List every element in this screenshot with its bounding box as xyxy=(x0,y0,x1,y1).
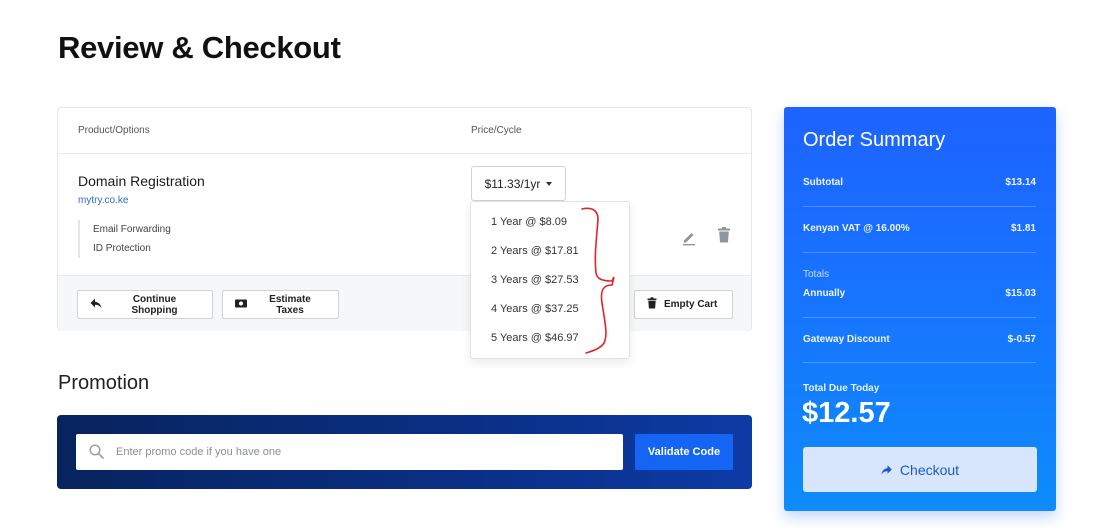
money-icon xyxy=(235,299,247,311)
promo-code-input[interactable] xyxy=(116,434,616,470)
summary-divider xyxy=(803,362,1036,363)
gateway-discount-label: Gateway Discount xyxy=(803,334,890,345)
gateway-discount-value: $-0.57 xyxy=(1007,334,1036,345)
column-header-price: Price/Cycle xyxy=(471,125,522,136)
subtotal-value: $13.14 xyxy=(1005,177,1036,188)
cart-actions: Continue Shopping Estimate Taxes Empty C… xyxy=(58,275,751,331)
arrow-forward-icon xyxy=(881,462,892,478)
checkout-label: Checkout xyxy=(899,461,960,478)
item-domain-link[interactable]: mytry.co.ke xyxy=(78,195,128,206)
cart-header: Product/Options Price/Cycle xyxy=(58,108,751,154)
search-icon xyxy=(89,444,104,459)
page-title: Review & Checkout xyxy=(58,30,341,65)
subtotal-row: Subtotal $13.14 xyxy=(803,177,1036,188)
item-name: Domain Registration xyxy=(78,173,205,189)
vat-value: $1.81 xyxy=(1010,223,1036,234)
total-due-label: Total Due Today xyxy=(803,383,880,394)
trash-icon[interactable] xyxy=(716,226,732,244)
billing-cycle-dropdown: 1 Year @ $8.09 2 Years @ $17.81 3 Years … xyxy=(470,201,630,359)
checkout-button[interactable]: Checkout xyxy=(803,447,1037,492)
totals-label: Totals xyxy=(803,269,830,280)
estimate-taxes-label: Estimate Taxes xyxy=(269,293,311,316)
annually-row: Annually $15.03 xyxy=(803,288,1036,299)
cycle-option-2-years[interactable]: 2 Years @ $17.81 xyxy=(471,237,629,266)
estimate-taxes-button[interactable]: Estimate Taxes xyxy=(222,290,339,319)
addon-id-protection: ID Protection xyxy=(93,243,151,254)
summary-divider xyxy=(803,206,1036,207)
empty-cart-button[interactable]: Empty Cart xyxy=(634,290,733,319)
summary-divider xyxy=(803,317,1036,318)
cycle-option-4-years[interactable]: 4 Years @ $37.25 xyxy=(471,295,629,324)
continue-shopping-button[interactable]: Continue Shopping xyxy=(77,290,213,319)
billing-cycle-select[interactable]: $11.33/1yr xyxy=(471,166,566,201)
total-due-amount: $12.57 xyxy=(802,397,891,429)
cart-item: Domain Registration mytry.co.ke Email Fo… xyxy=(58,154,751,275)
empty-cart-label: Empty Cart xyxy=(664,299,718,310)
promotion-title: Promotion xyxy=(58,372,150,394)
order-summary-panel: Order Summary Subtotal $13.14 Kenyan VAT… xyxy=(784,107,1056,511)
validate-code-button[interactable]: Validate Code xyxy=(635,434,733,470)
cart-panel: Product/Options Price/Cycle Domain Regis… xyxy=(57,107,752,331)
cycle-option-5-years[interactable]: 5 Years @ $46.97 xyxy=(471,324,629,353)
annually-value: $15.03 xyxy=(1005,288,1036,299)
item-addons: Email Forwarding ID Protection xyxy=(78,220,171,258)
vat-label: Kenyan VAT @ 16.00% xyxy=(803,223,910,234)
cycle-option-3-years[interactable]: 3 Years @ $27.53 xyxy=(471,266,629,295)
cycle-option-1-year[interactable]: 1 Year @ $8.09 xyxy=(471,208,629,237)
promotion-panel: Validate Code xyxy=(57,415,752,489)
annually-label: Annually xyxy=(803,288,846,299)
caret-down-icon xyxy=(546,181,553,186)
order-summary-title: Order Summary xyxy=(803,129,946,151)
pencil-icon[interactable] xyxy=(680,228,698,246)
column-header-product: Product/Options xyxy=(78,125,150,136)
billing-cycle-value: $11.33/1yr xyxy=(484,176,541,191)
summary-divider xyxy=(803,252,1036,253)
subtotal-label: Subtotal xyxy=(803,177,843,188)
trash-icon xyxy=(647,297,657,312)
vat-row: Kenyan VAT @ 16.00% $1.81 xyxy=(803,223,1036,234)
addon-email-forwarding: Email Forwarding xyxy=(93,224,171,235)
gateway-discount-row: Gateway Discount $-0.57 xyxy=(803,334,1036,345)
arrow-back-icon xyxy=(90,298,102,312)
promo-input-wrapper xyxy=(76,434,623,470)
continue-shopping-label: Continue Shopping xyxy=(131,293,178,316)
